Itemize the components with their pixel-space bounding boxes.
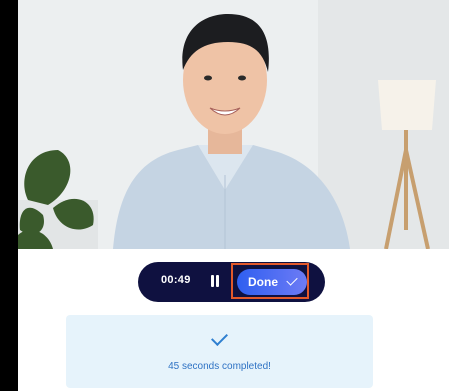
video-preview: [18, 0, 449, 249]
status-message: 45 seconds completed!: [168, 361, 271, 372]
pause-icon: [216, 275, 219, 287]
video-frame-illustration: [18, 0, 449, 249]
done-button[interactable]: Done: [237, 269, 307, 295]
elapsed-timer: 00:49: [161, 274, 191, 286]
recorder-panel: 00:49 Done 45 seconds completed!: [18, 0, 449, 391]
window-edge: [0, 0, 18, 391]
check-icon: [211, 329, 228, 346]
pause-icon: [211, 275, 214, 287]
pause-button[interactable]: [209, 275, 221, 289]
check-icon: [286, 274, 298, 286]
status-card: 45 seconds completed!: [66, 315, 373, 388]
done-button-label: Done: [248, 275, 278, 289]
recording-controls: 00:49 Done: [138, 262, 325, 302]
